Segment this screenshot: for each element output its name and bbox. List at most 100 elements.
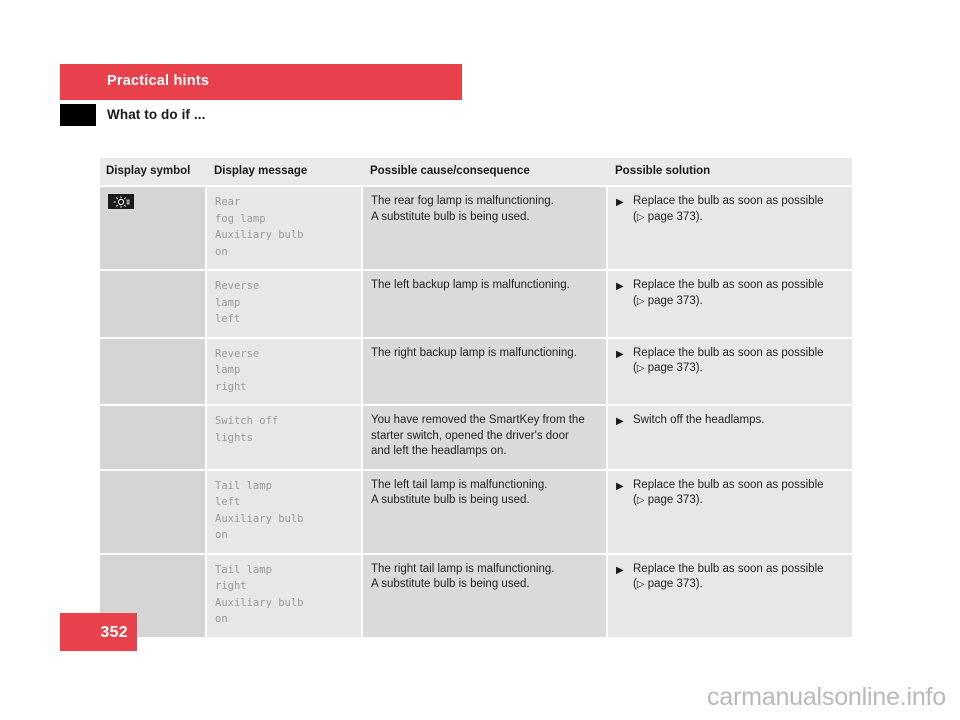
display-message-line: Auxiliary bulb bbox=[215, 596, 304, 609]
cell-possible-solution: ▶ Replace the bulb as soon as possible (▷ … bbox=[607, 270, 852, 339]
chapter-banner: Practical hints bbox=[60, 64, 462, 100]
page-reference-label: page 373 bbox=[647, 294, 696, 307]
page-reference[interactable]: (▷ page 373). bbox=[633, 578, 703, 590]
display-message-line: fog lamp bbox=[215, 212, 266, 225]
display-message-line: Reverse bbox=[215, 280, 260, 292]
cell-display-message: Tail lamp left Auxiliary bulb on bbox=[206, 469, 363, 555]
solution-item: ▶ Switch off the headlamps. bbox=[616, 413, 842, 429]
display-message-line: on bbox=[215, 613, 228, 625]
table-row: Tail lamp right Auxiliary bulb on The right … bbox=[100, 553, 852, 639]
display-messages-table: Display symbol Display message Possible … bbox=[100, 158, 852, 639]
triangle-bullet-icon: ▶ bbox=[616, 281, 624, 292]
cause-line: A substitute bulb is being used. bbox=[371, 494, 530, 506]
cell-display-symbol bbox=[100, 186, 207, 271]
cell-display-message: Tail lamp right Auxiliary bulb on bbox=[206, 553, 363, 639]
cell-possible-solution: ▶ Replace the bulb as soon as possible (▷ … bbox=[607, 469, 852, 555]
rear-fog-lamp-icon bbox=[108, 194, 134, 209]
solution-item: ▶ Replace the bulb as soon as possible (▷ … bbox=[616, 278, 842, 309]
solution-text: Replace the bulb as soon as possible bbox=[633, 478, 824, 491]
cell-possible-solution: ▶ Replace the bulb as soon as possible (▷ … bbox=[607, 186, 852, 271]
chapter-title: Practical hints bbox=[107, 73, 210, 89]
cell-display-message: Reverse lamp left bbox=[206, 270, 363, 339]
table-row: Tail lamp left Auxiliary bulb on The left ta… bbox=[100, 469, 852, 555]
cause-line: A substitute bulb is being used. bbox=[371, 210, 530, 223]
solution-text: Switch off the headlamps. bbox=[633, 414, 765, 426]
display-message-line: lamp bbox=[215, 296, 241, 309]
page-reference-label: page 373 bbox=[647, 210, 696, 223]
page-reference-triangle-icon: ▷ bbox=[636, 295, 645, 307]
table-row: Reverse lamp right The right backup lamp is… bbox=[100, 337, 852, 406]
cell-possible-solution: ▶ Replace the bulb as soon as possible (▷ … bbox=[607, 553, 852, 639]
cell-possible-cause: The right backup lamp is malfunctioning. bbox=[362, 337, 608, 406]
page-reference[interactable]: (▷ page 373). bbox=[633, 211, 703, 223]
display-message-line: right bbox=[215, 380, 247, 393]
solution-item: ▶ Replace the bulb as soon as possible (▷ … bbox=[616, 562, 842, 593]
display-message-line: Auxiliary bulb bbox=[215, 512, 304, 525]
cause-line: The right backup lamp is malfunctioning. bbox=[371, 346, 577, 359]
cell-display-symbol bbox=[100, 270, 207, 339]
triangle-bullet-icon: ▶ bbox=[616, 197, 624, 208]
cell-possible-solution: ▶ Replace the bulb as soon as possible (▷ … bbox=[607, 337, 852, 406]
page-reference-triangle-icon: ▷ bbox=[636, 363, 645, 374]
solution-item: ▶ Replace the bulb as soon as possible (▷ … bbox=[616, 194, 842, 225]
display-message-line: left bbox=[215, 496, 241, 508]
page-reference-close-paren: ). bbox=[695, 494, 703, 506]
solution-text: Replace the bulb as soon as possible bbox=[633, 562, 824, 575]
cell-display-message: Rear fog lamp Auxiliary bulb on bbox=[206, 186, 363, 271]
cell-possible-cause: The rear fog lamp is malfunctioning. A su… bbox=[362, 186, 608, 271]
page-reference-close-paren: ). bbox=[695, 362, 703, 374]
solution-item: ▶ Replace the bulb as soon as possible (▷ … bbox=[616, 478, 842, 509]
display-message-line: on bbox=[215, 529, 228, 541]
display-message-line: lamp bbox=[215, 364, 241, 376]
cell-possible-cause: The right tail lamp is malfunctioning. A … bbox=[362, 553, 608, 639]
section-marker-block bbox=[60, 104, 96, 126]
solution-item: ▶ Replace the bulb as soon as possible (▷ … bbox=[616, 346, 842, 377]
cell-possible-cause: The left tail lamp is malfunctioning. A s… bbox=[362, 469, 608, 555]
cell-display-message: Reverse lamp right bbox=[206, 337, 363, 406]
cell-display-symbol bbox=[100, 337, 207, 406]
cell-display-symbol bbox=[100, 405, 207, 471]
page-reference-label: page 373 bbox=[647, 362, 696, 374]
display-message-line: on bbox=[215, 245, 228, 258]
table-header-row: Display symbol Display message Possible … bbox=[100, 158, 852, 187]
cell-possible-cause: The left backup lamp is malfunctioning. bbox=[362, 270, 608, 339]
column-header-display-message: Display message bbox=[206, 158, 362, 187]
cause-line: The left backup lamp is malfunctioning. bbox=[371, 279, 570, 291]
page-reference[interactable]: (▷ page 373). bbox=[633, 494, 703, 506]
solution-text: Replace the bulb as soon as possible bbox=[633, 279, 824, 291]
cause-line: starter switch, opened the driver's door bbox=[371, 429, 569, 442]
page-reference[interactable]: (▷ page 373). bbox=[633, 295, 703, 307]
table-row: Rear fog lamp Auxiliary bulb on The rear fog… bbox=[100, 186, 852, 271]
page-number: 352 bbox=[100, 624, 128, 641]
display-message-line: Tail lamp bbox=[215, 563, 272, 576]
solution-text: Replace the bulb as soon as possible bbox=[633, 346, 824, 359]
column-header-display-symbol: Display symbol bbox=[100, 158, 206, 187]
cause-line: You have removed the SmartKey from the bbox=[371, 414, 585, 426]
page-reference-triangle-icon: ▷ bbox=[636, 495, 645, 506]
column-header-possible-solution: Possible solution bbox=[607, 158, 852, 187]
page-reference[interactable]: (▷ page 373). bbox=[633, 362, 703, 374]
display-message-line: right bbox=[215, 580, 247, 592]
display-message-line: Auxiliary bulb bbox=[215, 229, 304, 241]
section-title: What to do if ... bbox=[107, 107, 206, 122]
cause-line: A substitute bulb is being used. bbox=[371, 578, 530, 590]
display-message-line: Rear bbox=[215, 196, 241, 208]
table-row: Switch off lights You have removed the Sma… bbox=[100, 405, 852, 471]
cell-possible-solution: ▶ Switch off the headlamps. bbox=[607, 405, 852, 471]
cause-line: The rear fog lamp is malfunctioning. bbox=[371, 195, 554, 207]
column-header-possible-cause: Possible cause/consequence bbox=[362, 158, 607, 187]
cause-line: The left tail lamp is malfunctioning. bbox=[371, 478, 548, 491]
cause-line: and left the headlamps on. bbox=[371, 445, 507, 457]
solution-text: Replace the bulb as soon as possible bbox=[633, 195, 824, 207]
page-reference-close-paren: ). bbox=[695, 210, 703, 223]
triangle-bullet-icon: ▶ bbox=[616, 348, 624, 360]
triangle-bullet-icon: ▶ bbox=[616, 480, 624, 492]
page-reference-close-paren: ). bbox=[695, 578, 703, 590]
page-reference-label: page 373 bbox=[647, 494, 696, 506]
page-reference-close-paren: ). bbox=[695, 294, 703, 307]
page-reference-label: page 373 bbox=[647, 578, 696, 590]
page-reference-triangle-icon: ▷ bbox=[636, 579, 645, 590]
page-reference-triangle-icon: ▷ bbox=[636, 211, 645, 223]
cause-line: The right tail lamp is malfunctioning. bbox=[371, 562, 555, 575]
cell-display-message: Switch off lights bbox=[206, 405, 363, 471]
